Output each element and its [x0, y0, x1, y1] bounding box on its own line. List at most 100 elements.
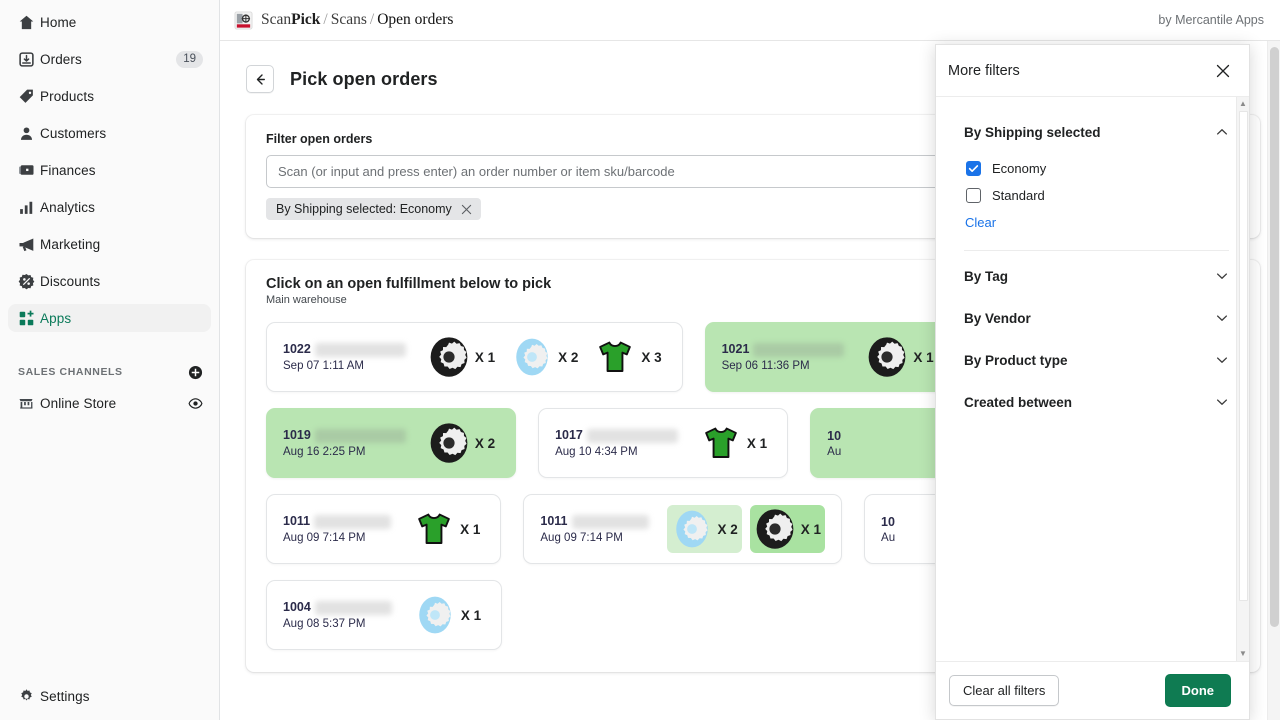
clear-filter-link[interactable]: Clear — [965, 215, 996, 230]
sidebar-item-online-store[interactable]: Online Store — [8, 389, 211, 417]
filter-group: By Vendor — [964, 297, 1229, 339]
order-number-text: 1017 — [555, 428, 583, 442]
sidebar-item-label: Products — [40, 89, 203, 104]
order-number: 10 — [827, 429, 923, 443]
filter-group-header[interactable]: By Vendor — [964, 303, 1229, 333]
done-button[interactable]: Done — [1165, 674, 1232, 707]
fulfillment-card[interactable]: 1011Jesse JamesAug 09 7:14 PMX 2X 1 — [523, 494, 842, 564]
fulfillment-line-item: X 2 — [667, 505, 742, 553]
sidebar-item-orders[interactable]: Orders19 — [8, 45, 211, 73]
order-number: 1022Jesse James 1 — [283, 342, 406, 357]
order-number: 1011Jesse James — [283, 514, 391, 529]
store-icon — [18, 395, 40, 411]
top-bar: ScanPick/Scans/Open orders by Mercantile… — [220, 0, 1280, 41]
item-quantity: X 2 — [718, 522, 738, 537]
tag-icon — [18, 88, 40, 105]
black-gear-icon — [866, 336, 908, 378]
fulfillment-card[interactable]: 1019Jesse James 1Aug 16 2:25 PM X 2 — [266, 408, 516, 478]
filter-option[interactable]: Economy — [966, 155, 1229, 182]
fulfillment-card[interactable]: 10Au — [810, 408, 950, 478]
item-quantity: X 1 — [913, 350, 933, 365]
fulfillment-card-meta: 1019Jesse James 1Aug 16 2:25 PM — [283, 428, 406, 458]
arrow-left-icon — [253, 72, 268, 87]
order-number-text: 1011 — [283, 514, 310, 528]
breadcrumb-current: Open orders — [377, 11, 453, 28]
breadcrumb-scans[interactable]: Scans — [331, 11, 367, 28]
order-number: 1011Jesse James — [540, 514, 648, 529]
fulfillment-card[interactable]: 1004Jesse JamesAug 08 5:37 PMX 1 — [266, 580, 502, 650]
plus-circle-icon[interactable] — [188, 365, 203, 380]
filter-group-header[interactable]: By Tag — [964, 261, 1229, 291]
scroll-down-icon[interactable]: ▼ — [1239, 650, 1247, 658]
sales-channels-label: SALES CHANNELS — [18, 366, 188, 378]
item-quantity: X 2 — [475, 436, 495, 451]
fulfillment-card-meta: 1011Jesse JamesAug 09 7:14 PM — [540, 514, 648, 544]
sidebar-item-discounts[interactable]: Discounts — [8, 267, 211, 295]
fulfillment-line-item: X 1 — [410, 591, 485, 639]
chevron-down-icon[interactable] — [1215, 353, 1229, 367]
bar-chart-icon — [18, 199, 40, 216]
sidebar-item-products[interactable]: Products — [8, 82, 211, 110]
sidebar-item-marketing[interactable]: Marketing — [8, 230, 211, 258]
vendor-byline: by Mercantile Apps — [1158, 13, 1264, 27]
page-scrollbar[interactable] — [1267, 41, 1280, 720]
fulfillment-card[interactable]: 1011Jesse JamesAug 09 7:14 PMX 1 — [266, 494, 501, 564]
panel-scrollbar[interactable]: ▲ ▼ — [1236, 97, 1249, 661]
close-icon[interactable] — [1215, 63, 1231, 79]
gear-icon — [18, 688, 40, 705]
order-number: 1019Jesse James 1 — [283, 428, 406, 443]
customer-name-masked: Jesse James 1 — [315, 343, 406, 357]
scroll-up-icon[interactable]: ▲ — [1239, 100, 1247, 108]
panel-header: More filters — [936, 45, 1249, 97]
back-button[interactable] — [246, 65, 274, 93]
home-icon — [18, 14, 40, 31]
sidebar-item-settings[interactable]: Settings — [8, 682, 211, 710]
order-number: 1004Jesse James — [283, 600, 392, 615]
active-filter-chip[interactable]: By Shipping selected: Economy — [266, 198, 481, 220]
sidebar-footer: Settings — [0, 682, 219, 720]
panel-scrollbar-thumb[interactable] — [1239, 111, 1248, 601]
fulfillment-line-item: X 2 — [424, 419, 499, 467]
fulfillment-line-item: X 1 — [696, 419, 771, 467]
item-quantity: X 1 — [461, 608, 481, 623]
order-number: 1017Jesse James 4 — [555, 428, 678, 443]
sidebar-item-analytics[interactable]: Analytics — [8, 193, 211, 221]
checkbox[interactable] — [966, 188, 981, 203]
chevron-down-icon[interactable] — [1215, 311, 1229, 325]
page-scrollbar-thumb[interactable] — [1270, 47, 1279, 627]
fulfillment-card[interactable]: 1017Jesse James 4Aug 10 4:34 PM X 1 — [538, 408, 788, 478]
clear-all-filters-button[interactable]: Clear all filters — [949, 675, 1059, 706]
sidebar-item-customers[interactable]: Customers — [8, 119, 211, 147]
black-gear-icon — [428, 336, 470, 378]
scanpick-logo-icon — [234, 11, 253, 30]
fulfillment-line-item: X 2 — [507, 333, 582, 381]
apps-icon — [18, 310, 40, 327]
sidebar-item-home[interactable]: Home — [8, 8, 211, 36]
blue-gear-icon — [511, 336, 553, 378]
chevron-down-icon[interactable] — [1215, 395, 1229, 409]
green-tshirt-icon — [700, 422, 742, 464]
chevron-down-icon[interactable] — [1215, 269, 1229, 283]
filter-option[interactable]: Standard — [966, 182, 1229, 209]
filter-group-header[interactable]: By Product type — [964, 345, 1229, 375]
order-number-text: 1011 — [540, 514, 567, 528]
filter-option-label: Standard — [992, 188, 1045, 203]
filter-group-header[interactable]: Created between — [964, 387, 1229, 417]
checkbox-checked[interactable] — [966, 161, 981, 176]
order-number-text: 10 — [881, 515, 895, 529]
fulfillment-card[interactable]: 1022Jesse James 1Sep 07 1:11 AMX 1X 2X 3 — [266, 322, 683, 392]
close-icon[interactable] — [461, 204, 472, 215]
sidebar-item-apps[interactable]: Apps — [8, 304, 211, 332]
chevron-up-icon[interactable] — [1215, 125, 1229, 139]
breadcrumb-brand-first: Scan — [261, 11, 291, 28]
sidebar-item-finances[interactable]: Finances — [8, 156, 211, 184]
filter-group-header[interactable]: By Shipping selected — [964, 117, 1229, 147]
fulfillment-line-item: X 1 — [409, 505, 484, 553]
discount-icon — [18, 273, 40, 290]
fulfillment-card-meta: 1017Jesse James 4Aug 10 4:34 PM — [555, 428, 678, 458]
eye-icon[interactable] — [188, 396, 203, 411]
sidebar: Home Orders19 Products Customers Finances Ana… — [0, 0, 220, 720]
filter-group: By Product type — [964, 339, 1229, 381]
fulfillment-card[interactable]: 1021Jesse James 5Sep 06 11:36 PMX 1 — [705, 322, 955, 392]
orders-icon — [18, 51, 40, 68]
